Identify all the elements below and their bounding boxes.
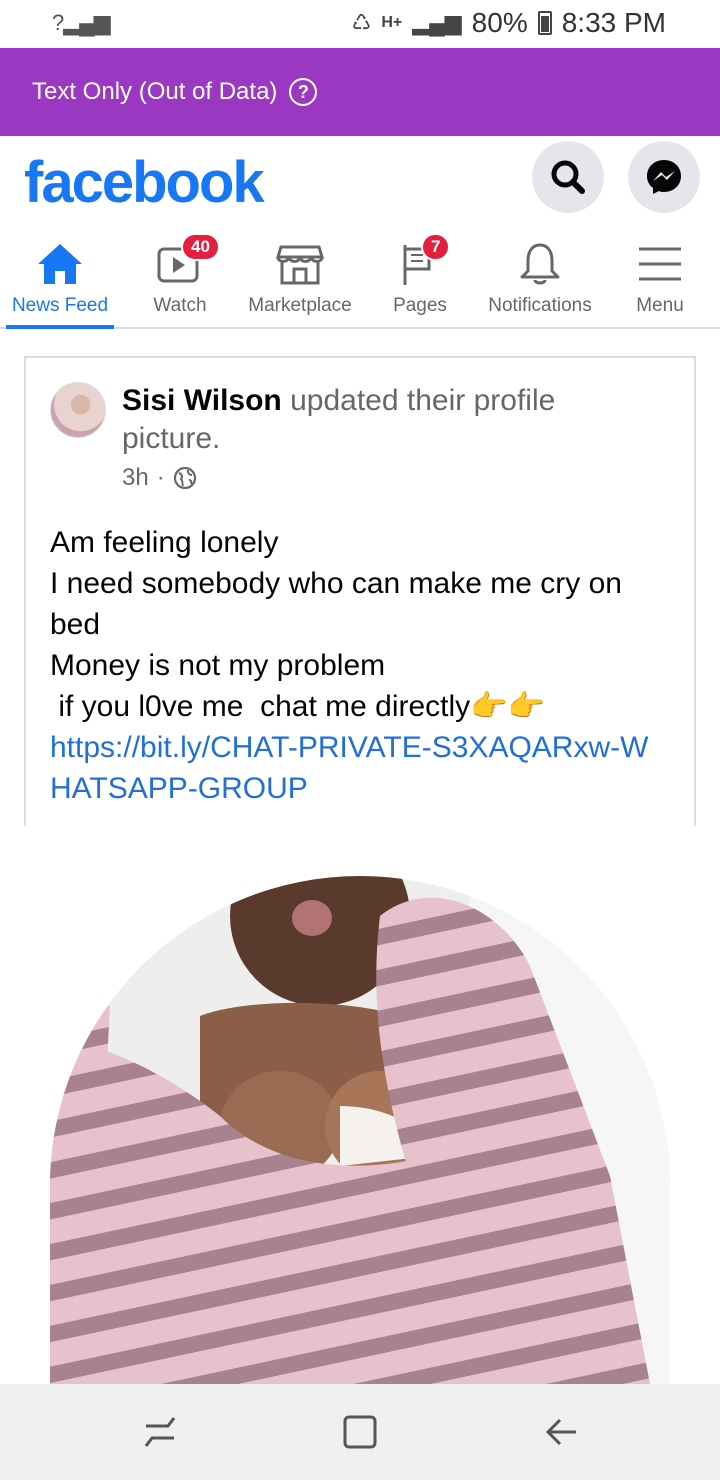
- post-meta: 3h ·: [122, 464, 197, 492]
- home-square-icon: [343, 1415, 377, 1449]
- pages-badge: 7: [421, 233, 451, 261]
- post-photo[interactable]: [50, 876, 670, 1384]
- feed-post: Sisi Wilson updated their profile pictur…: [24, 356, 696, 826]
- text-only-banner[interactable]: Text Only (Out of Data) ?: [0, 48, 720, 136]
- question-circle-icon[interactable]: ?: [289, 78, 318, 106]
- tab-label: Notifications: [488, 295, 592, 316]
- post-time[interactable]: 3h: [122, 464, 149, 492]
- battery-icon: [537, 11, 552, 35]
- post-link[interactable]: https://bit.ly/CHAT-PRIVATE-S3XAQARxw-WH…: [50, 731, 648, 805]
- signal-icon: ▂▄▆: [412, 10, 462, 35]
- battery-percent: 80%: [471, 7, 528, 38]
- tab-pages[interactable]: 7 Pages: [360, 227, 480, 327]
- main-nav: News Feed 40 Watch Marketplace 7 Pages N…: [0, 227, 720, 329]
- messenger-button[interactable]: [628, 141, 700, 213]
- recent-apps-icon: [144, 1417, 176, 1447]
- bell-icon: [520, 243, 560, 285]
- avatar[interactable]: [50, 382, 106, 438]
- post-author[interactable]: Sisi Wilson: [122, 384, 282, 417]
- tab-watch[interactable]: 40 Watch: [120, 227, 240, 327]
- post-body: Am feeling lonely I need somebody who ca…: [50, 522, 670, 809]
- post-header: Sisi Wilson updated their profile pictur…: [122, 382, 642, 458]
- tab-menu[interactable]: Menu: [600, 227, 720, 327]
- profile-photo-image: [50, 876, 670, 1384]
- marketplace-icon: [275, 245, 325, 285]
- hamburger-icon: [639, 247, 681, 281]
- globe-icon: [173, 466, 196, 490]
- tab-marketplace[interactable]: Marketplace: [240, 227, 360, 327]
- facebook-logo[interactable]: facebook: [24, 149, 265, 216]
- network-type: H+: [381, 14, 403, 31]
- banner-text: Text Only (Out of Data): [32, 78, 278, 105]
- tab-news-feed[interactable]: News Feed: [0, 227, 120, 329]
- recent-apps-button[interactable]: [140, 1412, 180, 1452]
- tab-notifications[interactable]: Notifications: [480, 227, 600, 327]
- app-header: facebook: [0, 137, 720, 227]
- tab-label: News Feed: [11, 295, 109, 316]
- post-text: Am feeling lonely I need somebody who ca…: [50, 526, 622, 723]
- system-nav-bar: [0, 1384, 720, 1480]
- back-arrow-icon: [545, 1418, 576, 1446]
- clock: 8:33 PM: [561, 7, 666, 38]
- signal-unknown-icon: ?▂▄▆: [52, 10, 111, 35]
- tab-label: Pages: [393, 295, 447, 316]
- messenger-icon: [647, 160, 681, 194]
- meta-separator: ·: [156, 464, 165, 491]
- tab-label: Marketplace: [248, 295, 352, 316]
- home-icon: [38, 244, 82, 284]
- recycle-icon: ♺: [351, 10, 372, 35]
- tab-label: Menu: [636, 295, 684, 316]
- home-button[interactable]: [340, 1412, 380, 1452]
- back-button[interactable]: [542, 1412, 582, 1452]
- watch-badge: 40: [181, 233, 220, 261]
- status-bar: ?▂▄▆ ♺ H+ ▂▄▆ 80% 8:33 PM: [0, 0, 720, 48]
- tab-label: Watch: [153, 295, 207, 316]
- search-button[interactable]: [532, 141, 604, 213]
- search-icon: [551, 160, 585, 194]
